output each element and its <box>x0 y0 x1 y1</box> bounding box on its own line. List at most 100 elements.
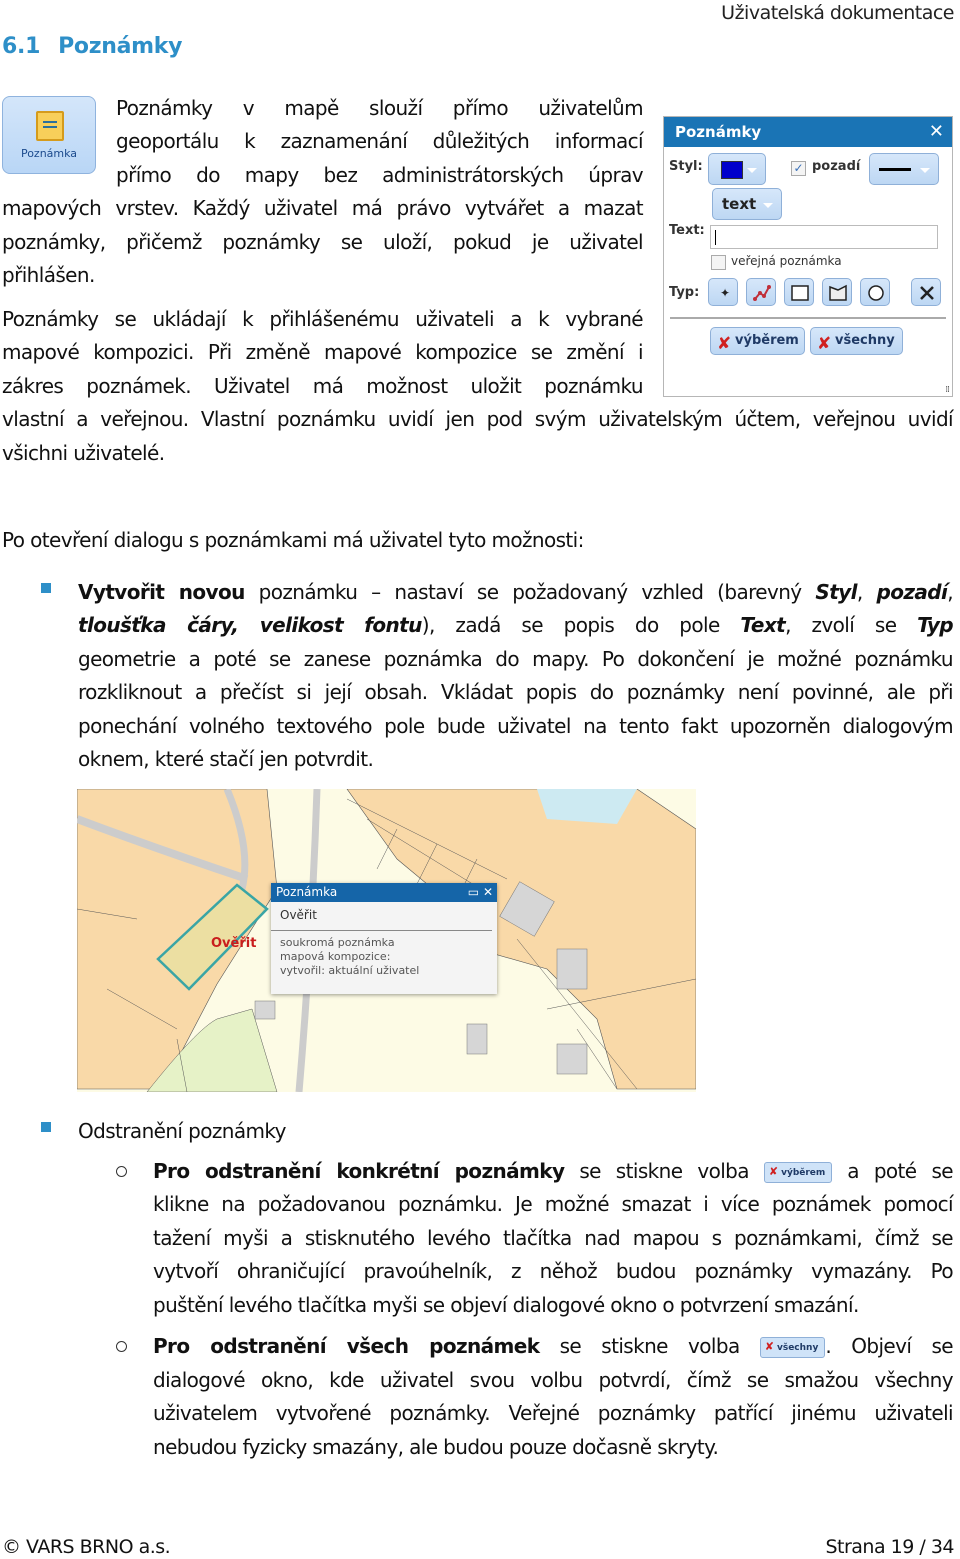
svg-text:✦: ✦ <box>720 286 730 300</box>
delete-x-icon: ✘ <box>817 334 832 354</box>
section-heading: 6.1 Poznámky <box>2 34 182 59</box>
create-line-2: tloušťka čáry, velikost fontu), zadá se … <box>78 609 954 643</box>
intro-line-1: Poznámky v mapě slouží přímo uživatelům <box>116 96 644 120</box>
remove-sub2-bold: Pro odstranění všech poznámek <box>153 1334 540 1358</box>
sticky-note-icon <box>36 111 64 141</box>
styl-term: Styl <box>815 580 857 604</box>
popup-heading: Ověřit <box>271 902 492 931</box>
delete-x-icon: ✘ <box>717 334 732 354</box>
point-icon: ✦ <box>720 286 730 300</box>
maximize-icon[interactable]: ▭ <box>468 885 479 899</box>
remove-sub2-line-4: nebudou fyzicky smazány, ale budou pouze… <box>153 1435 719 1459</box>
remove-sub1-line-2: klikne na požadovanou poznámku. Je možné… <box>153 1192 954 1216</box>
circle-tool-button[interactable] <box>860 278 890 306</box>
inline-delete-all-button: ✘ všechny <box>759 1337 826 1358</box>
popup-body: soukromá poznámka mapová kompozice: vytv… <box>271 931 497 983</box>
inline-delete-selected-button: ✘ výběrem <box>763 1162 833 1183</box>
remove-sub1-line-1: Pro odstranění konkrétní poznámky se sti… <box>153 1155 954 1189</box>
remove-sub1-bold: Pro odstranění konkrétní poznámky <box>153 1159 565 1183</box>
delete-selected-button[interactable]: ✘ výběrem <box>710 327 805 355</box>
popup-line: vytvořil: aktuální uživatel <box>280 964 420 977</box>
popup-line: mapová kompozice: <box>280 950 391 963</box>
style-label: Styl: <box>669 159 703 174</box>
remove-sub1-text: a poté se <box>847 1159 953 1183</box>
polygon-tool-button[interactable] <box>822 278 852 306</box>
typ-term: Typ <box>917 613 953 637</box>
popup-titlebar: Poznámka ▭ ✕ <box>271 883 497 902</box>
note-popup: Poznámka ▭ ✕ Ověřit soukromá poznámka map… <box>271 883 497 994</box>
remove-sub2-line-3: uživatelem vytvořené poznámky. Veřejné p… <box>153 1401 954 1425</box>
delete-x-icon: ✘ <box>764 1340 774 1353</box>
color-picker[interactable] <box>708 153 766 185</box>
create-line-6: oknem, které stačí jen potvrdit. <box>78 747 374 771</box>
dialog-title: Poznámky <box>675 123 762 141</box>
remove-sub2-line-1: Pro odstranění všech poznámek se stiskne… <box>153 1330 954 1364</box>
chevron-down-icon <box>920 168 930 173</box>
cancel-tool-button[interactable] <box>911 278 941 306</box>
text-label: Text: <box>669 223 705 238</box>
options-intro: Po otevření dialogu s poznámkami má uživ… <box>2 528 584 552</box>
dialog-divider <box>670 317 946 319</box>
bullet-square <box>41 583 51 593</box>
create-text: poznámku – nastaví se požadovaný vzhled … <box>258 580 803 604</box>
para2-line-3: zákres poznámek. Uživatel má možnost ulo… <box>2 374 644 398</box>
create-line-3: geometrie a poté se zanese poznámka do m… <box>78 647 954 671</box>
resize-grip-icon[interactable]: ⁞⁞ <box>945 386 950 395</box>
close-icon[interactable]: ✕ <box>483 885 493 899</box>
delete-all-label: všechny <box>835 333 895 348</box>
footer-page-number: Strana 19 / 34 <box>825 1536 954 1558</box>
inline-button-label: všechny <box>776 1343 819 1353</box>
type-label: Typ: <box>669 285 700 300</box>
line-icon <box>753 285 771 301</box>
section-title: Poznámky <box>58 34 183 59</box>
chevron-down-icon <box>763 203 773 208</box>
create-line-1: Vytvořit novou poznámku – nastaví se pož… <box>78 580 954 604</box>
map-feature-label: Ověřit <box>211 936 257 951</box>
color-swatch <box>721 161 743 179</box>
intro-line-2: geoportálu k zaznamenání důležitých info… <box>116 129 644 153</box>
create-line-4: rozkliknout a přečíst si její obsah. Vkl… <box>78 680 954 704</box>
delete-all-button[interactable]: ✘ všechny <box>810 327 903 355</box>
intro-line-5: poznámky, přičemž poznámky se uloží, pok… <box>2 230 644 254</box>
line-width-select[interactable] <box>869 153 939 185</box>
create-text: , zvolí se <box>785 613 897 637</box>
text-input[interactable] <box>710 225 938 249</box>
rectangle-tool-button[interactable] <box>784 278 814 306</box>
point-tool-button[interactable]: ✦ <box>708 278 738 306</box>
create-line-5: ponechání volného textového pole bude už… <box>78 714 954 738</box>
toolbar-button-label: Poznámka <box>20 147 78 160</box>
create-text: ), zadá se popis do pole <box>421 613 721 637</box>
document-header: Uživatelská dokumentace <box>721 2 954 24</box>
rectangle-icon <box>791 285 809 301</box>
bullet-circle <box>116 1341 127 1352</box>
font-size-select[interactable]: text <box>712 188 782 220</box>
line-tool-button[interactable] <box>746 278 776 306</box>
notes-dialog: Poznámky ✕ Styl: ✓ pozadí text Text: veře… <box>663 116 953 397</box>
circle-icon <box>868 285 884 301</box>
public-checkbox[interactable] <box>711 255 726 270</box>
remove-sub1-line-5: puštění levého tlačítka myši se objeví d… <box>153 1293 859 1317</box>
para2-line-1: Poznámky se ukládají k přihlášenému uživ… <box>2 307 644 331</box>
pozadi-term: pozadí <box>876 580 948 604</box>
background-checkbox[interactable]: ✓ <box>791 161 806 176</box>
dialog-titlebar: Poznámky ✕ <box>664 117 952 147</box>
remove-title: Odstranění poznámky <box>78 1119 287 1143</box>
remove-sub2-text: se stiskne volba <box>559 1334 741 1358</box>
map-screenshot: Ověřit Poznámka ▭ ✕ Ověřit soukromá pozná… <box>77 789 696 1092</box>
text-cursor <box>715 230 716 245</box>
close-icon <box>920 286 934 300</box>
polygon-icon <box>829 284 847 301</box>
close-icon[interactable]: ✕ <box>929 117 944 147</box>
remove-sub2-text: . Objeví se <box>825 1334 953 1358</box>
chevron-down-icon <box>747 168 757 173</box>
para2-line-5: všichni uživatelé. <box>2 441 165 465</box>
delete-x-icon: ✘ <box>768 1165 779 1178</box>
remove-sub1-line-3: tažení myši a stisknutého levého tlačítk… <box>153 1226 954 1250</box>
bullet-circle <box>116 1166 127 1177</box>
popup-line: soukromá poznámka <box>280 936 395 949</box>
popup-controls: ▭ ✕ <box>468 883 493 902</box>
intro-line-4: mapových vrstev. Každý uživatel má právo… <box>2 196 644 220</box>
velikost-term: velikost fontu <box>259 613 423 637</box>
footer-company: © VARS BRNO a.s. <box>2 1536 171 1558</box>
poznamka-toolbar-button: Poznámka <box>2 96 96 174</box>
